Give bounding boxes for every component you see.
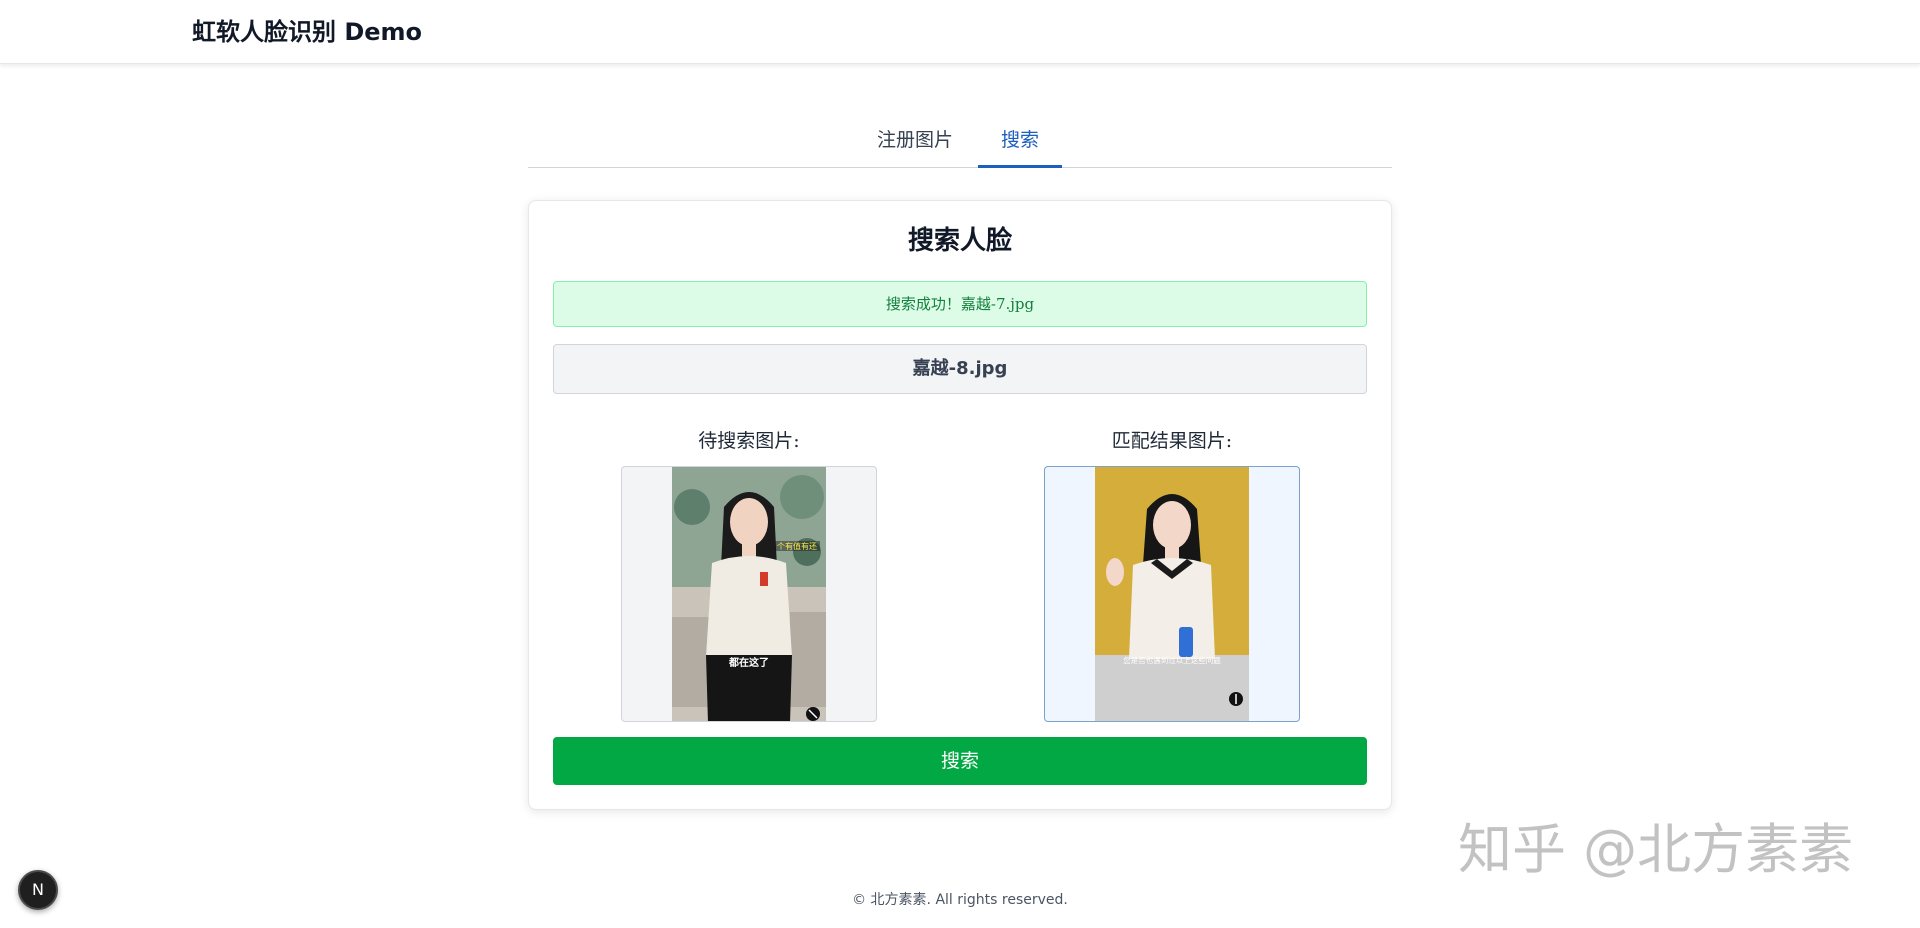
- query-caption-bottom: 都在这了: [728, 656, 769, 669]
- success-alert: 搜索成功！嘉越-7.jpg: [553, 281, 1367, 327]
- next-badge-icon[interactable]: N: [18, 870, 58, 910]
- query-image: 个有值有还 都在这了: [621, 466, 877, 722]
- search-button[interactable]: 搜索: [553, 737, 1367, 785]
- result-photo: 您是否也遇到过以上这些问题: [1095, 467, 1249, 721]
- query-caption-top: 个有值有还: [777, 541, 817, 551]
- top-header: 虹软人脸识别 Demo: [0, 0, 1920, 64]
- footer-copyright: © 北方素素. All rights reserved.: [852, 892, 1068, 908]
- result-image: 您是否也遇到过以上这些问题: [1044, 466, 1300, 722]
- result-image-label: 匹配结果图片:: [1111, 430, 1233, 452]
- result-caption: 您是否也遇到过以上这些问题: [1123, 655, 1221, 665]
- card-title: 搜索人脸: [907, 226, 1012, 256]
- app-title: 虹软人脸识别 Demo: [192, 18, 423, 46]
- query-photo: 个有值有还 都在这了: [672, 467, 826, 721]
- file-select-box[interactable]: 嘉越-8.jpg: [553, 344, 1367, 394]
- tab-bar: 注册图片 搜索: [528, 116, 1392, 168]
- search-face-card: 搜索人脸 搜索成功！嘉越-7.jpg 嘉越-8.jpg 待搜索图片: 匹配结果图…: [528, 200, 1392, 810]
- tab-search[interactable]: 搜索: [978, 116, 1062, 168]
- query-image-label: 待搜索图片:: [698, 430, 800, 452]
- watermark-text: 知乎 @北方素素: [1458, 818, 1854, 881]
- tab-register-images[interactable]: 注册图片: [866, 116, 964, 168]
